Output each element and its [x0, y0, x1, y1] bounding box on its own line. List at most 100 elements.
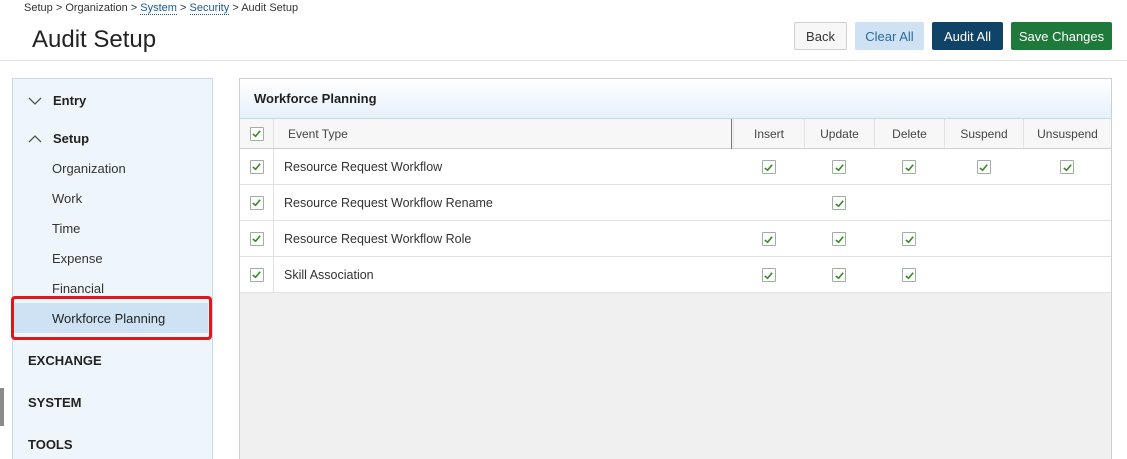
checkbox[interactable] — [832, 232, 846, 246]
sidebar-section-system[interactable]: SYSTEM — [28, 395, 81, 410]
checkmark-icon — [252, 271, 261, 279]
column-resize-handle[interactable] — [731, 119, 732, 149]
scroll-marker — [0, 388, 4, 426]
sidebar-group-label: Entry — [53, 93, 87, 108]
select-all-checkbox[interactable] — [240, 119, 274, 148]
event-type-name: Resource Request Workflow Role — [284, 231, 472, 246]
checkmark-icon — [252, 130, 261, 138]
breadcrumb: Setup > Organization > System > Security… — [24, 2, 299, 15]
save-changes-button[interactable]: Save Changes — [1011, 22, 1112, 50]
sidebar-group-entry[interactable]: Entry — [27, 93, 86, 108]
delete-checkbox[interactable] — [874, 257, 944, 293]
breadcrumb-current: Audit Setup — [241, 2, 299, 14]
checkbox[interactable] — [249, 159, 264, 174]
sidebar-nav: Entry Setup Organization Work Time Expen… — [12, 78, 213, 459]
column-header-insert[interactable]: Insert — [733, 119, 804, 149]
checkmark-icon — [834, 271, 844, 279]
table-row[interactable]: Resource Request Workflow Rename — [240, 185, 1111, 221]
sidebar-item-work[interactable]: Work — [52, 191, 82, 206]
event-type-name: Resource Request Workflow Rename — [284, 195, 493, 210]
sidebar-item-financial[interactable]: Financial — [52, 281, 104, 296]
sidebar-item-time[interactable]: Time — [52, 221, 80, 236]
clear-all-button[interactable]: Clear All — [855, 22, 924, 50]
column-header-event-type[interactable]: Event Type — [288, 119, 348, 148]
insert-checkbox[interactable] — [733, 257, 804, 293]
suspend-checkbox[interactable] — [944, 149, 1023, 185]
checkmark-icon — [252, 235, 261, 243]
insert-checkbox[interactable] — [733, 149, 804, 185]
audit-all-button[interactable]: Audit All — [932, 22, 1003, 50]
update-checkbox[interactable] — [804, 221, 874, 257]
update-checkbox[interactable] — [804, 185, 874, 221]
panel-header: Workforce Planning — [240, 79, 1111, 119]
update-checkbox[interactable] — [804, 257, 874, 293]
breadcrumb-separator: > — [180, 2, 187, 14]
checkbox[interactable] — [761, 160, 776, 174]
breadcrumb-setup[interactable]: Setup — [24, 2, 53, 14]
checkbox[interactable] — [761, 232, 776, 246]
row-select-checkbox[interactable] — [240, 149, 274, 184]
breadcrumb-separator: > — [232, 2, 239, 14]
grid-header-row: Event Type Insert Update Delete Suspend … — [240, 119, 1111, 149]
checkbox[interactable] — [976, 160, 991, 174]
back-button[interactable]: Back — [794, 22, 847, 50]
row-select-checkbox[interactable] — [240, 221, 274, 256]
checkmark-icon — [904, 163, 914, 171]
event-type-name: Resource Request Workflow — [284, 159, 443, 174]
checkmark-icon — [834, 235, 844, 243]
checkmark-icon — [904, 235, 914, 243]
breadcrumb-organization[interactable]: Organization — [65, 2, 127, 14]
panel-title: Workforce Planning — [254, 91, 377, 106]
delete-checkbox[interactable] — [874, 221, 944, 257]
checkbox[interactable] — [832, 268, 846, 282]
table-row[interactable]: Skill Association — [240, 257, 1111, 293]
checkmark-icon — [764, 163, 773, 171]
checkbox[interactable] — [249, 195, 264, 210]
delete-checkbox[interactable] — [874, 149, 944, 185]
event-type-name: Skill Association — [284, 267, 374, 282]
checkbox[interactable] — [249, 231, 264, 246]
checkmark-icon — [764, 271, 773, 279]
column-header-unsuspend[interactable]: Unsuspend — [1023, 119, 1111, 149]
checkmark-icon — [834, 163, 844, 171]
checkmark-icon — [252, 163, 261, 171]
insert-checkbox[interactable] — [733, 221, 804, 257]
checkbox[interactable] — [761, 268, 776, 282]
column-header-delete[interactable]: Delete — [874, 119, 944, 149]
checkmark-icon — [979, 163, 988, 171]
column-header-suspend[interactable]: Suspend — [944, 119, 1023, 149]
row-select-checkbox[interactable] — [240, 257, 274, 292]
checkbox[interactable] — [902, 268, 916, 282]
checkbox[interactable] — [902, 232, 916, 246]
breadcrumb-security[interactable]: Security — [189, 2, 230, 15]
checkmark-icon — [252, 199, 261, 207]
checkbox[interactable] — [1060, 160, 1074, 174]
table-row[interactable]: Resource Request Workflow — [240, 149, 1111, 185]
chevron-up-icon — [27, 133, 43, 145]
page-title: Audit Setup — [32, 26, 157, 53]
checkmark-icon — [904, 271, 914, 279]
header-divider — [0, 60, 1127, 61]
breadcrumb-separator: > — [55, 2, 63, 14]
table-row[interactable]: Resource Request Workflow Role — [240, 221, 1111, 257]
sidebar-group-setup[interactable]: Setup — [27, 131, 89, 146]
chevron-down-icon — [27, 95, 43, 107]
sidebar-section-tools[interactable]: TOOLS — [28, 437, 73, 452]
checkmark-icon — [764, 235, 773, 243]
checkbox[interactable] — [902, 160, 916, 174]
breadcrumb-separator: > — [130, 2, 138, 14]
audit-panel: Workforce Planning Event Type Insert Upd… — [239, 78, 1112, 459]
sidebar-item-expense[interactable]: Expense — [52, 251, 103, 266]
column-header-update[interactable]: Update — [804, 119, 874, 149]
unsuspend-checkbox[interactable] — [1023, 149, 1111, 185]
checkbox[interactable] — [249, 126, 264, 141]
checkbox[interactable] — [832, 196, 846, 210]
update-checkbox[interactable] — [804, 149, 874, 185]
checkmark-icon — [1062, 163, 1072, 171]
row-select-checkbox[interactable] — [240, 185, 274, 220]
breadcrumb-system[interactable]: System — [140, 2, 177, 15]
sidebar-section-exchange[interactable]: EXCHANGE — [28, 353, 102, 368]
sidebar-item-organization[interactable]: Organization — [52, 161, 126, 176]
checkbox[interactable] — [249, 267, 264, 282]
checkbox[interactable] — [832, 160, 846, 174]
